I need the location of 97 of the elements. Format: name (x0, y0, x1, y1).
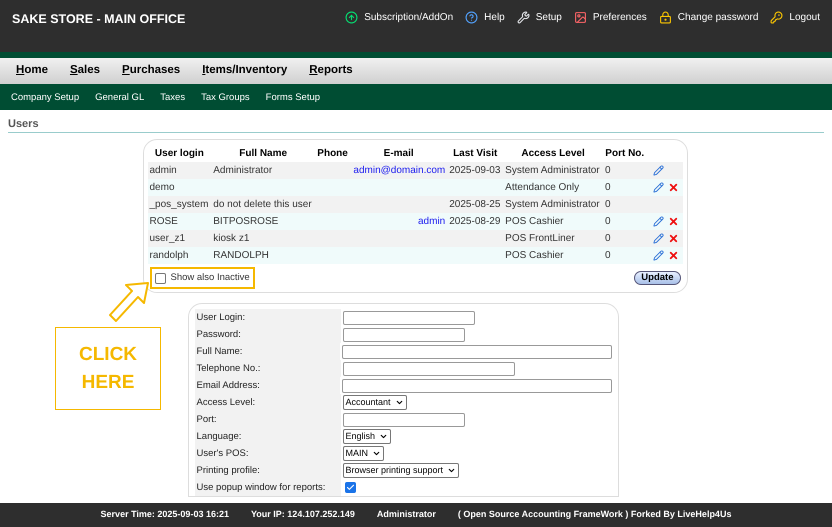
field-label: Use popup window for reports: (196, 480, 326, 495)
dropdown[interactable]: MAIN (342, 446, 384, 462)
field-label: Port: (196, 412, 217, 427)
table-cell: System Administrator (503, 162, 603, 179)
help-icon (465, 11, 478, 24)
store-title: SAKE STORE - MAIN OFFICE (12, 11, 186, 28)
table-cell: 2025-08-25 (447, 196, 504, 213)
table-cell: ROSE (148, 213, 212, 230)
table-cell: _pos_system (148, 196, 212, 213)
table-cell: 2025-08-29 (447, 213, 504, 230)
email-link[interactable]: admin (418, 216, 446, 227)
header-link[interactable]: Preferences (574, 10, 647, 25)
wrench-icon (516, 11, 530, 24)
field-label: Language: (196, 430, 242, 444)
callout-text: CLICK HERE (78, 342, 138, 394)
field-label: Full Name: (196, 344, 242, 359)
field-label: User Login: (196, 310, 246, 325)
upload-icon (345, 11, 358, 24)
dropdown[interactable]: Accountant (342, 395, 407, 410)
table-cell: 0 (602, 162, 646, 179)
table-cell: admin (148, 162, 212, 179)
table-cell: 0 (602, 230, 646, 247)
table-cell: Administrator (211, 162, 316, 179)
table-cell: POS Cashier (503, 247, 603, 264)
menu-item[interactable]: Reports (309, 62, 353, 80)
table-cell: POS FrontLiner (503, 230, 603, 247)
table-cell: 0 (602, 247, 646, 264)
menu-item[interactable]: Sales (70, 62, 100, 80)
input-field[interactable] (342, 362, 514, 376)
ip-address: Your IP: 124.107.252.149 (250, 508, 355, 522)
submenu-item[interactable]: General GL (95, 90, 144, 105)
table-cell: RANDOLPH (211, 247, 316, 264)
column-header: Access Level (503, 144, 603, 162)
credit-text: ( Open Source Accounting FrameWork ) Forked By LiveHelp4Us (458, 508, 732, 522)
table-cell: BITPOSROSE (211, 213, 316, 230)
table-cell: Attendance Only (503, 179, 603, 196)
key-icon (770, 11, 784, 24)
dropdown[interactable]: English (342, 429, 392, 444)
table-cell: randolph (148, 247, 212, 264)
header-link[interactable]: Subscription/AddOn (345, 10, 454, 25)
submenu-item[interactable]: Tax Groups (201, 90, 250, 105)
input-field[interactable] (342, 310, 474, 325)
table-cell: 2025-09-03 (447, 162, 504, 179)
submenu-item[interactable]: Forms Setup (266, 90, 320, 105)
edit-icon[interactable] (652, 216, 664, 227)
table-cell: POS Cashier (503, 213, 603, 230)
edit-icon[interactable] (652, 165, 664, 176)
column-header: Port No. (602, 144, 646, 162)
table-cell: 0 (602, 213, 646, 230)
delete-icon[interactable] (668, 233, 678, 244)
table-cell: demo (148, 179, 212, 196)
field-label: Telephone No.: (196, 362, 260, 376)
table-cell: kiosk z1 (211, 230, 316, 247)
field-label: Email Address: (196, 378, 260, 393)
field-label: Password: (196, 328, 241, 342)
input-field[interactable] (342, 344, 612, 359)
field-label: Access Level: (196, 396, 256, 410)
input-field[interactable] (342, 412, 464, 427)
delete-icon[interactable] (668, 182, 678, 193)
input-field[interactable] (342, 328, 464, 342)
edit-icon[interactable] (652, 250, 664, 261)
menu-item[interactable]: Home (16, 62, 48, 80)
update-button[interactable]: Update (634, 271, 680, 286)
popup-checkbox[interactable] (344, 482, 356, 494)
field-label: Printing profile: (196, 464, 260, 478)
edit-icon[interactable] (652, 182, 664, 193)
table-cell: user_z1 (148, 230, 212, 247)
picture-icon (574, 11, 587, 24)
input-field[interactable] (342, 378, 612, 393)
table-cell: System Administrator (503, 196, 603, 213)
header-link[interactable]: Change password (658, 10, 758, 25)
submenu-item[interactable]: Taxes (160, 90, 186, 105)
header-link[interactable]: Logout (770, 10, 820, 25)
email-link[interactable]: admin@domain.com (353, 165, 446, 176)
server-time: Server Time: 2025-09-03 16:21 (100, 508, 229, 522)
page-title: Users (8, 118, 39, 130)
current-user: Administrator (376, 508, 436, 522)
table-cell: 0 (602, 179, 646, 196)
edit-icon[interactable] (652, 233, 664, 244)
header-link[interactable]: Help (465, 10, 505, 25)
table-cell: 0 (602, 196, 646, 213)
menu-item[interactable]: Items/Inventory (202, 62, 288, 80)
column-header: Phone (315, 144, 350, 162)
column-header: E-mail (350, 144, 448, 162)
header-link[interactable]: Setup (516, 10, 562, 25)
column-header: User login (148, 144, 212, 162)
menu-item[interactable]: Purchases (122, 62, 180, 80)
dropdown[interactable]: Browser printing support (342, 463, 460, 478)
column-header: Last Visit (447, 144, 504, 162)
table-cell: do not delete this user (211, 196, 316, 213)
field-label: User's POS: (196, 446, 248, 461)
submenu-item[interactable]: Company Setup (11, 90, 80, 105)
delete-icon[interactable] (668, 250, 678, 261)
lock-icon (658, 11, 672, 24)
delete-icon[interactable] (668, 216, 678, 227)
column-header: Full Name (211, 144, 316, 162)
checkbox-label: Show also Inactive (170, 271, 250, 285)
